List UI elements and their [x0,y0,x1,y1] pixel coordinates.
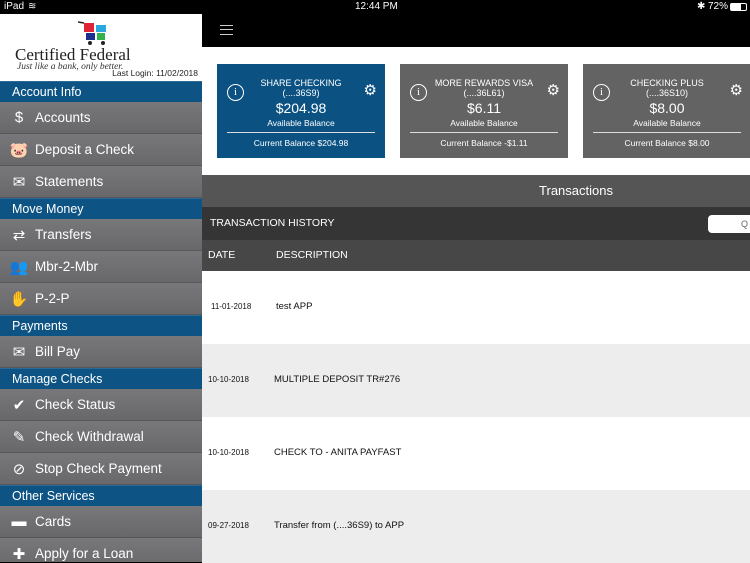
main-content: i ⚙ SHARE CHECKING (....36S9) $204.98 Availab… [202,14,750,563]
search-input[interactable]: Q [708,215,750,233]
top-bar [202,14,750,47]
table-row[interactable]: 10-10-2018 MULTIPLE DEPOSIT TR#276 [202,344,750,417]
device-label: iPad [4,1,25,12]
wifi-icon: ≋ [28,1,37,12]
section-header: Account Info [0,81,202,102]
sidebar-item-deposit-a-check[interactable]: 🐷 Deposit a Check [0,134,202,166]
sidebar-item-label: Bill Pay [35,344,81,359]
transaction-date: 11-01-2018 [211,302,252,311]
current-balance: Current Balance $204.98 [253,138,349,148]
sidebar-item-label: Transfers [35,227,92,242]
section-header: Other Services [0,485,202,506]
sidebar-item-label: Apply for a Loan [35,546,134,561]
sidebar-item-label: Cards [35,514,72,529]
transaction-description: MULTIPLE DEPOSIT TR#276 [274,374,401,385]
sidebar-item-bill-pay[interactable]: ✉ Bill Pay [0,336,202,368]
sidebar-item-check-status[interactable]: ✔ Check Status [0,389,202,421]
brand-tagline: Just like a bank, only better. [17,62,124,72]
search-icon: Q [740,219,748,229]
stop-icon: ⊘ [12,460,26,478]
transaction-date: 09-27-2018 [208,521,249,530]
sidebar-item-p-2-p[interactable]: ✋ P-2-P [0,283,202,315]
transaction-date: 10-10-2018 [208,375,249,384]
last-login: Last Login: 11/02/2018 [112,68,198,78]
clock: 12:44 PM [355,1,398,12]
members-icon: 👥 [9,258,29,276]
account-card[interactable]: i ⚙ MORE REWARDS VISA (....36L61) $6.11 Avail… [400,64,568,158]
col-date: DATE [208,249,236,261]
transactions-header: Transactions [202,175,750,207]
envelope-icon: ✉ [12,173,26,191]
section-header: Payments [0,315,202,336]
table-row[interactable]: 10-10-2018 CHECK TO - ANITA PAYFAST [202,417,750,490]
money-bag-icon: $ [14,109,24,126]
piggy-bank-icon: 🐷 [9,141,29,159]
bill-icon: ✉ [12,343,26,361]
divider [593,132,741,133]
divider [227,132,375,133]
hand-money-icon: ✋ [9,290,29,308]
sidebar-item-statements[interactable]: ✉ Statements [0,166,202,198]
transaction-list: 11-01-2018 test APP 10-10-2018 MULTIPLE DEP… [202,271,750,563]
sidebar-item-label: Accounts [35,110,91,125]
checkmark-icon: ✔ [12,396,26,414]
gear-icon[interactable]: ⚙ [730,81,743,99]
battery-level: 72% [708,1,729,12]
check-write-icon: ✎ [12,428,26,446]
info-icon[interactable]: i [227,84,244,101]
transaction-description: test APP [276,301,313,312]
sidebar-item-label: Stop Check Payment [35,461,162,476]
table-row[interactable]: 11-01-2018 test APP [202,271,750,344]
section-header: Manage Checks [0,368,202,389]
menu-icon[interactable] [220,25,233,35]
available-label: Available Balance [450,118,518,128]
info-icon[interactable]: i [410,84,427,101]
sidebar-item-label: Check Status [35,397,116,412]
available-label: Available Balance [267,118,335,128]
transaction-description: Transfer from (....36S9) to APP [274,520,405,531]
available-amount: $8.00 [649,100,685,116]
gear-icon[interactable]: ⚙ [364,81,377,99]
battery-icon [730,3,747,11]
cart-logo-icon [78,21,106,45]
sidebar: Certified Federal Just like a bank, only… [0,14,202,562]
table-row[interactable]: 09-27-2018 Transfer from (....36S9) to AP… [202,490,750,563]
account-cards: i ⚙ SHARE CHECKING (....36S9) $204.98 Availab… [217,64,750,158]
sidebar-item-stop-check-payment[interactable]: ⊘ Stop Check Payment [0,453,202,485]
current-balance: Current Balance -$1.11 [440,138,528,148]
sidebar-item-label: Mbr-2-Mbr [35,259,98,274]
transaction-history-bar: TRANSACTION HISTORY Q [202,207,750,240]
info-icon[interactable]: i [593,84,610,101]
divider [410,132,558,133]
gear-icon[interactable]: ⚙ [547,81,560,99]
card-icon: ▬ [11,513,27,530]
col-description: DESCRIPTION [276,249,348,261]
sidebar-item-transfers[interactable]: ⇄ Transfers [0,219,202,251]
account-card[interactable]: i ⚙ CHECKING PLUS (....36S10) $8.00 Available… [583,64,750,158]
available-label: Available Balance [633,118,701,128]
available-amount: $204.98 [275,100,327,116]
status-bar: iPad ≋ 12:44 PM ✱ 72% [0,0,750,14]
sidebar-item-label: Statements [35,174,104,189]
sidebar-item-label: Check Withdrawal [35,429,144,444]
transaction-history-label: TRANSACTION HISTORY [210,217,335,229]
brand-logo: Certified Federal Just like a bank, only… [0,14,202,81]
transaction-date: 10-10-2018 [208,448,249,457]
sidebar-item-cards[interactable]: ▬ Cards [0,506,202,538]
section-header: Move Money [0,198,202,219]
transfer-icon: ⇄ [12,226,26,244]
sidebar-item-check-withdrawal[interactable]: ✎ Check Withdrawal [0,421,202,453]
bluetooth-icon: ✱ [697,1,706,12]
account-card[interactable]: i ⚙ SHARE CHECKING (....36S9) $204.98 Availab… [217,64,385,158]
plus-icon: ✚ [12,545,26,563]
available-amount: $6.11 [467,100,501,116]
transaction-description: CHECK TO - ANITA PAYFAST [274,447,402,458]
column-headers: DATE DESCRIPTION [202,240,750,271]
sidebar-item-mbr-2-mbr[interactable]: 👥 Mbr-2-Mbr [0,251,202,283]
sidebar-item-label: Deposit a Check [35,142,135,157]
sidebar-item-accounts[interactable]: $ Accounts [0,102,202,134]
sidebar-item-apply-for-a-loan[interactable]: ✚ Apply for a Loan [0,538,202,562]
current-balance: Current Balance $8.00 [624,138,710,148]
sidebar-item-label: P-2-P [35,291,70,306]
